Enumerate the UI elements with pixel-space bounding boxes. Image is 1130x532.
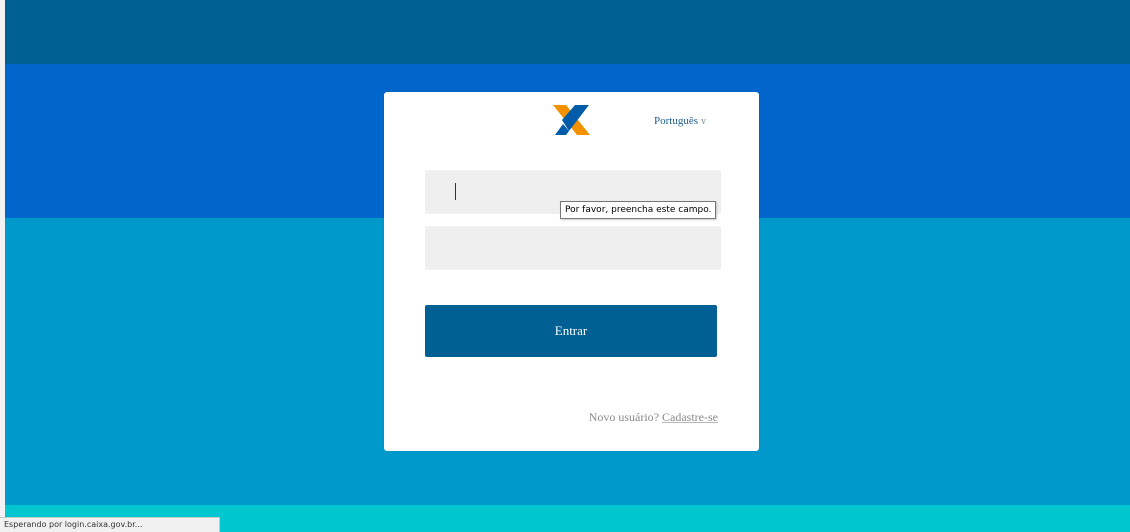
validation-tooltip: Por favor, preencha este campo. (560, 201, 717, 219)
password-input[interactable] (425, 226, 721, 270)
language-label: Português (654, 115, 698, 127)
header-band (0, 0, 1130, 64)
text-cursor (455, 183, 456, 200)
chevron-down-icon: v (701, 116, 706, 127)
signup-link[interactable]: Cadastre-se (662, 410, 718, 424)
login-button[interactable]: Entrar (425, 305, 717, 357)
window-edge (0, 0, 5, 532)
signup-row: Novo usuário? Cadastre-se (589, 410, 718, 425)
language-selector[interactable]: Português v (654, 115, 706, 127)
login-card: Português v Por favor, preencha este camp… (384, 92, 759, 451)
new-user-text: Novo usuário? (588, 410, 660, 424)
caixa-logo-icon (553, 105, 590, 135)
browser-status-bar: Esperando por login.caixa.gov.br... (0, 517, 220, 532)
login-page: Português v Por favor, preencha este camp… (0, 0, 1130, 532)
